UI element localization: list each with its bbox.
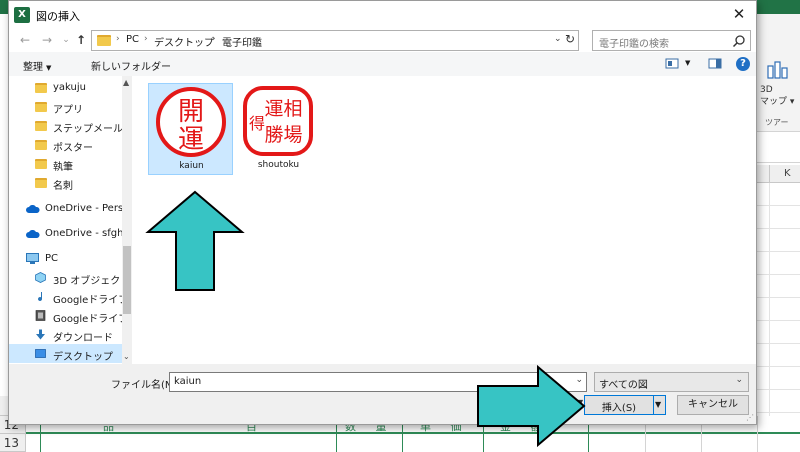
file-tile-shoutoku[interactable]: 相 場 運 勝 得 shoutoku xyxy=(236,83,321,175)
up-arrow-annotation xyxy=(145,190,245,291)
tree-item-downloads[interactable]: ダウンロード xyxy=(9,325,122,344)
desktop-icon xyxy=(35,349,46,358)
cloud-icon xyxy=(26,205,40,213)
refresh-icon[interactable]: ↻ xyxy=(565,32,575,46)
preview-pane-icon[interactable] xyxy=(708,57,722,70)
view-dropdown-icon[interactable]: ▼ xyxy=(685,59,690,67)
scroll-up-icon[interactable]: ▲ xyxy=(123,78,129,87)
folder-icon xyxy=(35,83,47,93)
tree-item-business-card[interactable]: 名刺 xyxy=(9,173,122,192)
svg-text:得: 得 xyxy=(249,114,265,133)
music-note-icon xyxy=(38,292,43,302)
recent-locations-button[interactable]: ⌄ xyxy=(58,32,74,48)
insert-picture-dialog: X 図の挿入 ✕ ← → ⌄ ↑ › PC › デスクトップ › 電子印鑑 ⌄ … xyxy=(8,0,757,425)
forward-button[interactable]: → xyxy=(39,32,55,48)
close-button[interactable]: ✕ xyxy=(722,1,756,28)
seal-thumbnail-shoutoku: 相 場 運 勝 得 xyxy=(243,86,313,156)
up-button[interactable]: ↑ xyxy=(73,32,89,48)
nav-pane-scrollbar[interactable]: ▲ ⌄ xyxy=(122,76,132,364)
search-icon[interactable] xyxy=(732,34,746,48)
folder-icon xyxy=(35,102,47,112)
tree-item-desktop[interactable]: デスクトップ xyxy=(9,344,122,363)
folder-icon xyxy=(35,178,47,188)
chevron-down-icon: ▼ xyxy=(46,64,52,72)
new-folder-button[interactable]: 新しいフォルダー xyxy=(91,58,171,73)
resize-grip-icon[interactable]: ⋰ xyxy=(746,413,754,422)
svg-text:場: 場 xyxy=(283,124,302,146)
insert-button[interactable]: 挿入(S) ▼ xyxy=(584,395,666,415)
dialog-title: 図の挿入 xyxy=(36,10,80,23)
download-arrow-icon xyxy=(36,329,45,340)
tree-item-apps[interactable]: アプリ xyxy=(9,97,122,116)
tour-group-label: ツアー xyxy=(765,118,789,127)
excel-grid[interactable] xyxy=(757,183,800,452)
insert-options-dropdown-icon[interactable]: ▼ xyxy=(655,400,661,409)
command-bar: 整理 ▼ 新しいフォルダー ▼ ? xyxy=(9,52,756,76)
scroll-thumb[interactable] xyxy=(123,246,131,314)
tree-item-poster[interactable]: ポスター xyxy=(9,135,122,154)
navigation-pane: yakuju アプリ ステップメール ポスター 執筆 名刺 OneDrive -… xyxy=(9,76,132,364)
svg-text:開: 開 xyxy=(178,97,204,127)
folder-icon xyxy=(97,35,111,46)
file-type-select[interactable]: すべての図 ⌄ xyxy=(594,372,749,392)
pc-icon xyxy=(26,253,39,264)
chevron-down-icon: ⌄ xyxy=(735,375,743,385)
tree-item-google-drive-1[interactable]: Googleドライブ xyxy=(9,287,128,306)
cancel-button[interactable]: キャンセル xyxy=(677,395,749,415)
table-border-line xyxy=(26,432,800,434)
help-icon[interactable]: ? xyxy=(736,57,750,71)
3d-map-icon[interactable] xyxy=(767,58,789,80)
video-icon xyxy=(35,310,46,321)
address-bar[interactable]: › PC › デスクトップ › 電子印鑑 ⌄ ↻ xyxy=(91,30,579,51)
svg-text:運: 運 xyxy=(178,125,204,155)
row-header-13[interactable]: 13 xyxy=(0,434,26,452)
tree-item-yakuju[interactable]: yakuju xyxy=(9,78,122,97)
right-arrow-annotation xyxy=(477,364,586,448)
svg-text:勝: 勝 xyxy=(264,124,283,146)
dialog-footer: ファイル名(N): kaiun ⌄ すべての図 ⌄ ▼ 挿入(S) ▼ キャンセ… xyxy=(9,364,756,424)
svg-text:運: 運 xyxy=(264,98,283,120)
tree-item-google-drive-2[interactable]: Googleドライブ xyxy=(9,306,128,325)
formula-bar xyxy=(757,133,800,163)
tree-item-3d-objects[interactable]: 3D オブジェクト xyxy=(9,268,130,287)
column-header-k[interactable]: K xyxy=(757,165,800,183)
tree-item-pc[interactable]: PC xyxy=(9,249,122,268)
change-view-icon[interactable] xyxy=(665,57,679,70)
breadcrumb-desktop[interactable]: デスクトップ xyxy=(154,34,214,49)
breadcrumb-denshi-inkan[interactable]: 電子印鑑 xyxy=(222,34,262,49)
cloud-icon xyxy=(26,230,40,238)
folder-icon xyxy=(35,121,47,131)
navigation-bar: ← → ⌄ ↑ › PC › デスクトップ › 電子印鑑 ⌄ ↻ 電子印鑑の検索 xyxy=(9,28,756,52)
address-dropdown-icon[interactable]: ⌄ xyxy=(554,34,562,44)
file-name-shoutoku: shoutoku xyxy=(257,160,300,170)
dialog-title-bar: X 図の挿入 ✕ xyxy=(9,1,756,28)
back-button[interactable]: ← xyxy=(17,32,33,48)
seal-thumbnail-kaiun: 開 運 xyxy=(156,87,226,157)
folder-icon xyxy=(35,140,47,150)
tree-item-onedrive-sfgh[interactable]: OneDrive - sfgh xyxy=(9,224,123,243)
search-box[interactable]: 電子印鑑の検索 xyxy=(592,30,751,51)
scroll-down-icon[interactable]: ⌄ xyxy=(123,352,130,361)
tree-item-onedrive-personal[interactable]: OneDrive - Person xyxy=(9,199,132,218)
folder-icon xyxy=(35,159,47,169)
search-placeholder: 電子印鑑の検索 xyxy=(599,39,669,50)
excel-app-icon: X xyxy=(14,7,30,23)
file-tile-kaiun[interactable]: 開 運 kaiun xyxy=(148,83,233,175)
excel-left-row-header xyxy=(0,396,8,416)
file-name-kaiun: kaiun xyxy=(179,161,204,171)
3d-map-label: 3D マップ ▾ xyxy=(760,85,795,107)
tree-item-writing[interactable]: 執筆 xyxy=(9,154,122,173)
svg-text:相: 相 xyxy=(283,98,302,120)
tree-item-step-mail[interactable]: ステップメール xyxy=(9,116,123,135)
organize-button[interactable]: 整理 ▼ xyxy=(23,58,51,73)
3d-objects-icon xyxy=(35,272,46,283)
excel-ribbon: 3D マップ ▾ ツアー xyxy=(757,14,800,132)
breadcrumb-pc[interactable]: PC xyxy=(126,34,139,45)
